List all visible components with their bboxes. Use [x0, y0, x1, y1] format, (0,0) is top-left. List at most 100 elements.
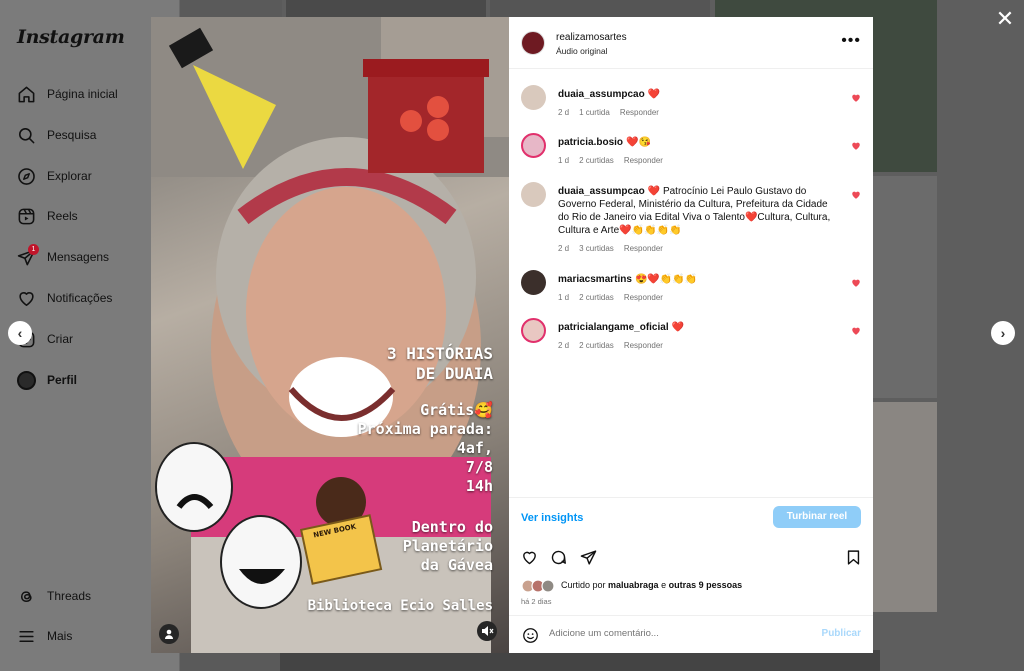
sidebar-item-reels[interactable]: Reels [16, 202, 78, 230]
comment-meta: 1 d 2 curtidas Responder [558, 293, 673, 302]
sidebar-item-label: Pesquisa [47, 128, 97, 142]
comment-like-icon[interactable] [851, 278, 861, 288]
liked-by-user[interactable]: maluabraga [608, 580, 659, 590]
comment-age: 1 d [558, 293, 570, 302]
comment-bar: Publicar [509, 615, 873, 653]
comment-avatar[interactable] [521, 85, 546, 110]
comment-input[interactable] [549, 628, 789, 639]
reel-video[interactable]: 3 HISTÓRIAS DE DUAIA Grátis🥰 Próxima par… [151, 17, 509, 653]
liked-by-and: e [661, 580, 667, 590]
comment-like-icon[interactable] [851, 190, 861, 200]
sidebar-item-search[interactable]: Pesquisa [16, 121, 96, 149]
sidebar-item-label: Mensagens [47, 250, 110, 264]
reply-button[interactable]: Responder [624, 244, 663, 253]
reel-info-line: Grátis🥰 [420, 401, 493, 419]
mute-icon[interactable] [480, 624, 494, 638]
comment-username[interactable]: duaia_assumpcao [558, 186, 645, 197]
chevron-right-icon: › [1000, 325, 1006, 341]
comment-avatar[interactable] [521, 270, 546, 295]
sidebar-item-more[interactable]: Mais [16, 622, 72, 650]
comment-item: mariacsmartins 😍❤️👏👏👏 1 d 2 curtidas Respon… [521, 270, 861, 308]
share-icon[interactable] [580, 549, 597, 566]
liked-by-others[interactable]: outras 9 pessoas [669, 580, 743, 590]
author-username[interactable]: realizamosartes [556, 32, 627, 43]
sidebar-item-label: Notificações [47, 291, 113, 305]
like-icon[interactable] [521, 549, 538, 566]
reel-title: 3 HISTÓRIAS DE DUAIA [387, 344, 493, 384]
sidebar-item-threads[interactable]: Threads [16, 582, 91, 610]
heart-icon [16, 288, 36, 308]
messenger-icon: 1 [16, 244, 39, 267]
instagram-logo[interactable]: Instagram [17, 26, 125, 48]
comment-age: 2 d [558, 108, 570, 117]
reel-info-line: 7/8 [465, 458, 493, 476]
divider [509, 497, 873, 498]
more-options-icon[interactable]: ••• [841, 33, 861, 49]
comment-avatar[interactable] [521, 133, 546, 158]
sidebar-item-label: Reels [47, 209, 78, 223]
reel-library: Biblioteca Ecio Salles [307, 598, 493, 614]
comment-username[interactable]: patricialangame_oficial [558, 322, 669, 333]
audio-label[interactable]: Áudio original [556, 46, 608, 56]
post-timestamp: há 2 dias [521, 597, 552, 606]
view-insights-link[interactable]: Ver insights [521, 512, 583, 524]
comment-avatar[interactable] [521, 318, 546, 343]
comment-username[interactable]: duaia_assumpcao [558, 89, 645, 100]
liked-by-text: Curtido por maluabraga e outras 9 pessoa… [561, 580, 742, 590]
avatar-icon [16, 370, 36, 390]
comment-likes[interactable]: 2 curtidas [579, 293, 614, 302]
sidebar-item-explore[interactable]: Explorar [16, 162, 92, 190]
reel-place-line: Dentro do [411, 518, 493, 536]
home-icon [16, 84, 36, 104]
reel-place: Dentro do Planetário da Gávea [403, 518, 493, 575]
sidebar-item-messages[interactable]: 1 Mensagens [16, 243, 109, 271]
sidebar-item-label: Explorar [47, 169, 92, 183]
user-tag-icon[interactable] [163, 627, 175, 639]
reel-title-line: 3 HISTÓRIAS [387, 344, 493, 363]
comment-meta: 1 d 2 curtidas Responder [558, 156, 673, 165]
comment-username[interactable]: mariacsmartins [558, 274, 632, 285]
comment-like-icon[interactable] [851, 326, 861, 336]
sidebar-item-home[interactable]: Página inicial [16, 80, 118, 108]
sidebar-item-notifications[interactable]: Notificações [16, 284, 112, 312]
reel-info-line: 14h [465, 477, 493, 495]
comment-item: duaia_assumpcao ❤️ Patrocínio Lei Paulo G… [521, 182, 861, 256]
reel-place-line: da Gávea [420, 556, 493, 574]
comment-likes[interactable]: 1 curtida [579, 108, 610, 117]
comment-text: ❤️😘 [626, 137, 651, 148]
menu-icon [16, 626, 36, 646]
comment-text: ❤️ [671, 322, 685, 333]
chevron-left-icon: ‹ [17, 325, 23, 341]
comment-likes[interactable]: 2 curtidas [579, 341, 614, 350]
comment-body: mariacsmartins 😍❤️👏👏👏 [558, 273, 838, 286]
comment-age: 1 d [558, 156, 570, 165]
post-details-panel: realizamosartes Áudio original ••• duaia… [509, 17, 873, 653]
comment-icon[interactable] [550, 549, 567, 566]
comment-like-icon[interactable] [851, 93, 861, 103]
comment-username[interactable]: patricia.bosio [558, 137, 623, 148]
comment-avatar[interactable] [521, 182, 546, 207]
comment-text: ❤️ [647, 89, 661, 100]
bookmark-icon[interactable] [845, 549, 862, 566]
sidebar-item-profile[interactable]: Perfil [16, 366, 77, 394]
unread-badge: 1 [28, 244, 39, 255]
threads-icon [16, 586, 36, 606]
emoji-icon[interactable] [522, 627, 539, 644]
comment-like-icon[interactable] [851, 141, 861, 151]
comment-meta: 2 d 2 curtidas Responder [558, 341, 673, 350]
previous-post-button[interactable]: ‹ [8, 321, 32, 345]
boost-reel-button[interactable]: Turbinar reel [773, 506, 861, 528]
author-avatar[interactable] [521, 31, 545, 55]
reply-button[interactable]: Responder [624, 341, 663, 350]
next-post-button[interactable]: › [991, 321, 1015, 345]
comment-age: 2 d [558, 341, 570, 350]
close-icon[interactable]: ✕ [995, 8, 1015, 30]
publish-button[interactable]: Publicar [822, 628, 861, 639]
reply-button[interactable]: Responder [624, 293, 663, 302]
comment-likes[interactable]: 3 curtidas [579, 244, 614, 253]
comment-body: patricialangame_oficial ❤️ [558, 321, 838, 334]
reply-button[interactable]: Responder [620, 108, 659, 117]
likers-avatars [521, 579, 555, 593]
reply-button[interactable]: Responder [624, 156, 663, 165]
comment-likes[interactable]: 2 curtidas [579, 156, 614, 165]
